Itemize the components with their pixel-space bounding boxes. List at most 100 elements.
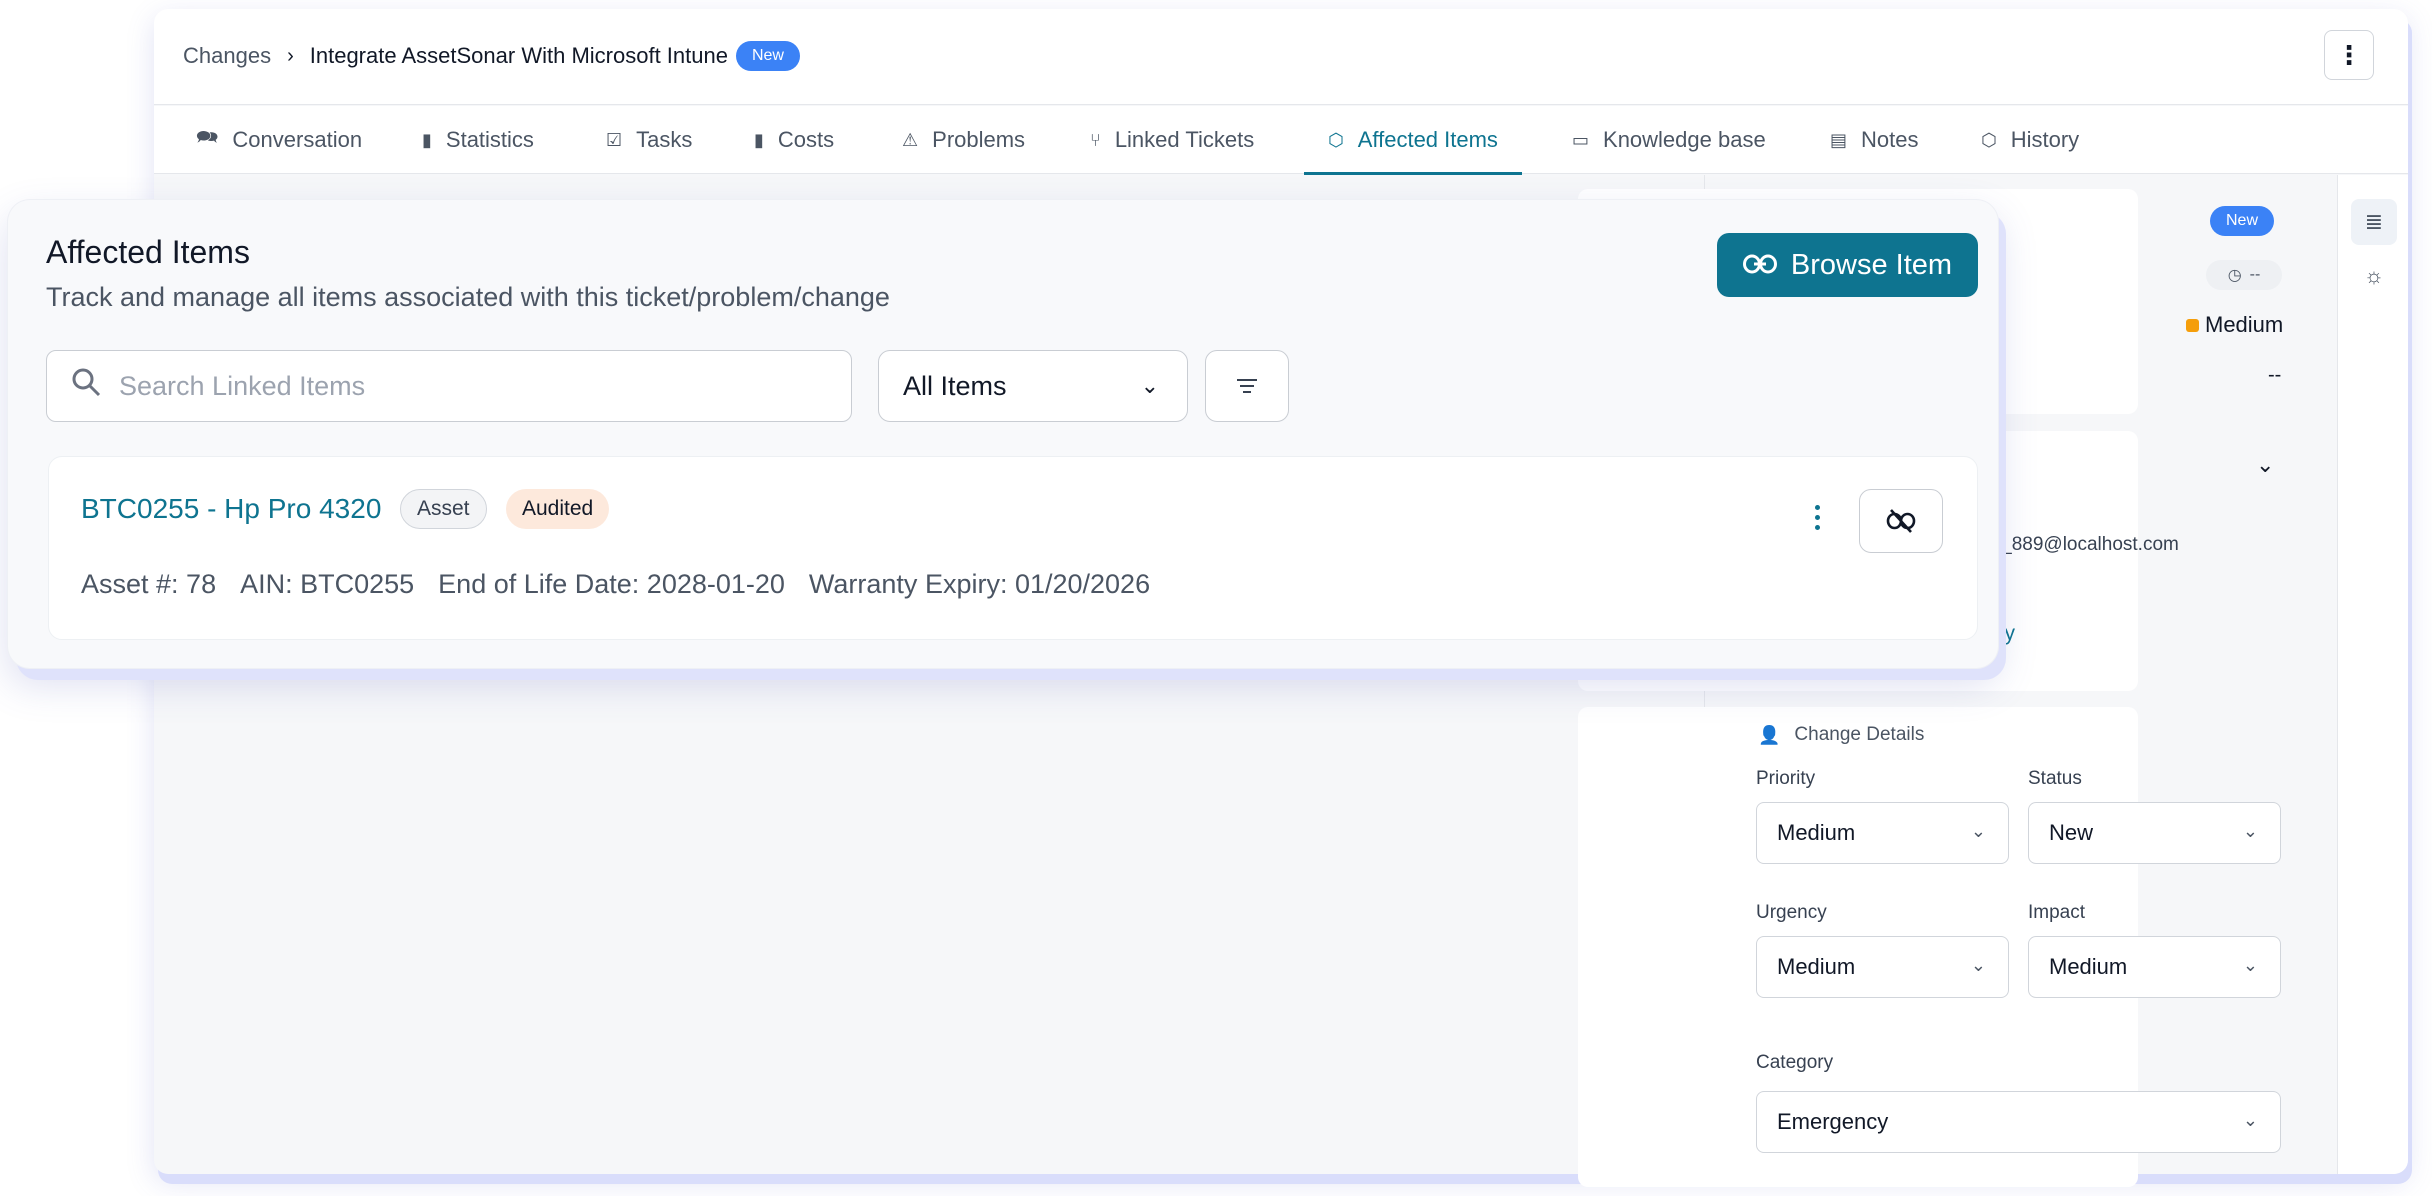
priority-label: Priority bbox=[1756, 768, 1816, 789]
tab-affected-items[interactable]: ⬡ Affected Items bbox=[1304, 106, 1522, 175]
bar-chart-icon: ▮ bbox=[422, 129, 432, 150]
more-vertical-icon[interactable] bbox=[1807, 505, 1827, 530]
ain: AIN: BTC0255 bbox=[240, 569, 415, 599]
tab-statistics[interactable]: ▮ Statistics bbox=[422, 106, 534, 174]
status-badge: New bbox=[735, 41, 800, 71]
list-item: BTC0255 - Hp Pro 4320 Asset Audited Asse… bbox=[48, 456, 1978, 640]
priority-indicator: Medium bbox=[2186, 312, 2283, 338]
status-select[interactable]: New ⌄ bbox=[2028, 802, 2281, 864]
chevron-down-icon: ⌄ bbox=[2242, 821, 2258, 841]
bar-chart-icon: ▮ bbox=[754, 129, 764, 150]
asset-number: Asset #: 78 bbox=[81, 569, 217, 599]
filter-button[interactable] bbox=[1205, 350, 1289, 422]
time-value: -- bbox=[2249, 266, 2261, 283]
chevron-down-icon: ⌄ bbox=[1970, 955, 1986, 975]
item-title-link[interactable]: BTC0255 - Hp Pro 4320 bbox=[81, 493, 381, 525]
tab-history[interactable]: ⬡ History bbox=[1981, 106, 2079, 174]
priority-dot-icon bbox=[2186, 318, 2199, 332]
browse-item-button[interactable]: Browse Item bbox=[1717, 233, 1978, 297]
tab-costs[interactable]: ▮ Costs bbox=[754, 106, 834, 174]
page-title: Integrate AssetSonar With Microsoft Intu… bbox=[309, 43, 728, 68]
search-icon bbox=[71, 367, 101, 405]
section-title: Change Details bbox=[1794, 724, 1925, 745]
breadcrumb-changes-link[interactable]: Changes bbox=[183, 43, 271, 69]
change-details-heading: 👤 Change Details bbox=[1758, 724, 1924, 746]
unlink-button[interactable] bbox=[1859, 489, 1943, 553]
category-select-value: Emergency bbox=[1777, 1109, 1889, 1134]
impact-label: Impact bbox=[2028, 902, 2086, 923]
items-filter-select[interactable]: All Items ⌄ bbox=[878, 350, 1188, 422]
chevron-down-icon[interactable]: ⌄ bbox=[2256, 452, 2274, 478]
checkbox-icon: ☑ bbox=[606, 129, 623, 150]
impact-select[interactable]: Medium ⌄ bbox=[2028, 936, 2281, 998]
urgency-select-value: Medium bbox=[1777, 954, 1856, 979]
tab-label: Tasks bbox=[636, 127, 693, 152]
tab-bar: 🗪 Conversation ▮ Statistics ☑ Tasks ▮ Co… bbox=[154, 106, 2408, 175]
affected-items-card: Affected Items Track and manage all item… bbox=[8, 200, 1998, 668]
chevron-down-icon: ⌄ bbox=[2242, 1110, 2258, 1130]
tab-problems[interactable]: ⚠ Problems bbox=[902, 106, 1025, 174]
status-label: Status bbox=[2028, 768, 2082, 789]
link-icon bbox=[1742, 250, 1777, 281]
status-select-value: New bbox=[2049, 820, 2094, 845]
tab-notes[interactable]: ▤ Notes bbox=[1830, 106, 1919, 174]
search-input[interactable] bbox=[119, 370, 799, 402]
more-options-button[interactable]: ⋮ bbox=[2324, 30, 2374, 80]
tab-conversation[interactable]: 🗪 Conversation bbox=[196, 106, 362, 174]
filter-icon bbox=[1237, 379, 1257, 393]
impact-select-value: Medium bbox=[2049, 954, 2128, 979]
category-select[interactable]: Emergency ⌄ bbox=[1756, 1091, 2281, 1153]
cube-icon: ⬡ bbox=[1981, 129, 1997, 150]
summary-dash-value: -- bbox=[2268, 364, 2282, 386]
end-of-life-date: End of Life Date: 2028-01-20 bbox=[438, 569, 785, 599]
unlink-icon bbox=[1886, 509, 1916, 533]
requester-email: 82_889@localhost.com bbox=[1980, 534, 2179, 555]
warning-icon: ⚠ bbox=[902, 129, 919, 150]
time-chip: ◷ -- bbox=[2206, 260, 2282, 290]
tab-label: Problems bbox=[932, 127, 1026, 152]
urgency-select[interactable]: Medium ⌄ bbox=[1756, 936, 2009, 998]
tab-linked-tickets[interactable]: ⑂ Linked Tickets bbox=[1090, 106, 1254, 174]
chat-icon: 🗪 bbox=[196, 127, 219, 147]
note-icon: ▤ bbox=[1830, 129, 1848, 150]
chevron-down-icon: ⌄ bbox=[1970, 821, 1986, 841]
book-icon: ▭ bbox=[1572, 129, 1590, 150]
chevron-down-icon: ⌄ bbox=[1140, 373, 1159, 398]
list-view-icon[interactable]: ≣ bbox=[2351, 199, 2397, 245]
items-filter-value: All Items bbox=[903, 370, 1007, 401]
chevron-right-icon: › bbox=[287, 44, 294, 67]
breadcrumb: Changes › Integrate AssetSonar With Micr… bbox=[183, 41, 800, 71]
warranty-expiry: Warranty Expiry: 01/20/2026 bbox=[808, 569, 1151, 599]
tab-tasks[interactable]: ☑ Tasks bbox=[606, 106, 692, 174]
affected-items-subtitle: Track and manage all items associated wi… bbox=[46, 282, 890, 312]
tab-knowledge-base[interactable]: ▭ Knowledge base bbox=[1572, 106, 1766, 174]
person-icon: 👤 bbox=[1758, 724, 1781, 745]
side-rail: ≣ ☼ bbox=[2337, 175, 2408, 1174]
priority-select-value: Medium bbox=[1777, 820, 1856, 845]
tab-label: Notes bbox=[1861, 127, 1919, 152]
summary-status-badge: New bbox=[2210, 206, 2275, 236]
priority-value: Medium bbox=[2205, 312, 2284, 337]
chevron-down-icon: ⌄ bbox=[2242, 955, 2258, 975]
clock-icon: ◷ bbox=[2227, 267, 2242, 284]
tab-label: Knowledge base bbox=[1603, 127, 1766, 152]
tab-label: Linked Tickets bbox=[1114, 127, 1255, 152]
urgency-label: Urgency bbox=[1756, 902, 1827, 923]
item-type-tag: Asset bbox=[400, 489, 487, 529]
branch-icon: ⑂ bbox=[1090, 129, 1101, 150]
item-status-tag: Audited bbox=[506, 489, 610, 529]
category-label: Category bbox=[1756, 1052, 1834, 1073]
browse-item-label: Browse Item bbox=[1790, 248, 1953, 281]
tab-label: Statistics bbox=[445, 127, 534, 152]
item-meta: Asset #: 78 AIN: BTC0255 End of Life Dat… bbox=[81, 569, 1150, 600]
tab-label: Affected Items bbox=[1357, 127, 1498, 152]
tab-label: History bbox=[2010, 127, 2080, 152]
search-box bbox=[46, 350, 852, 422]
bulb-icon[interactable]: ☼ bbox=[2351, 253, 2397, 299]
tab-label: Costs bbox=[777, 127, 835, 152]
cube-icon: ⬡ bbox=[1328, 129, 1344, 150]
affected-items-title: Affected Items bbox=[46, 234, 250, 270]
priority-select[interactable]: Medium ⌄ bbox=[1756, 802, 2009, 864]
tab-label: Conversation bbox=[232, 127, 363, 152]
header-bar: Changes › Integrate AssetSonar With Micr… bbox=[154, 9, 2408, 105]
